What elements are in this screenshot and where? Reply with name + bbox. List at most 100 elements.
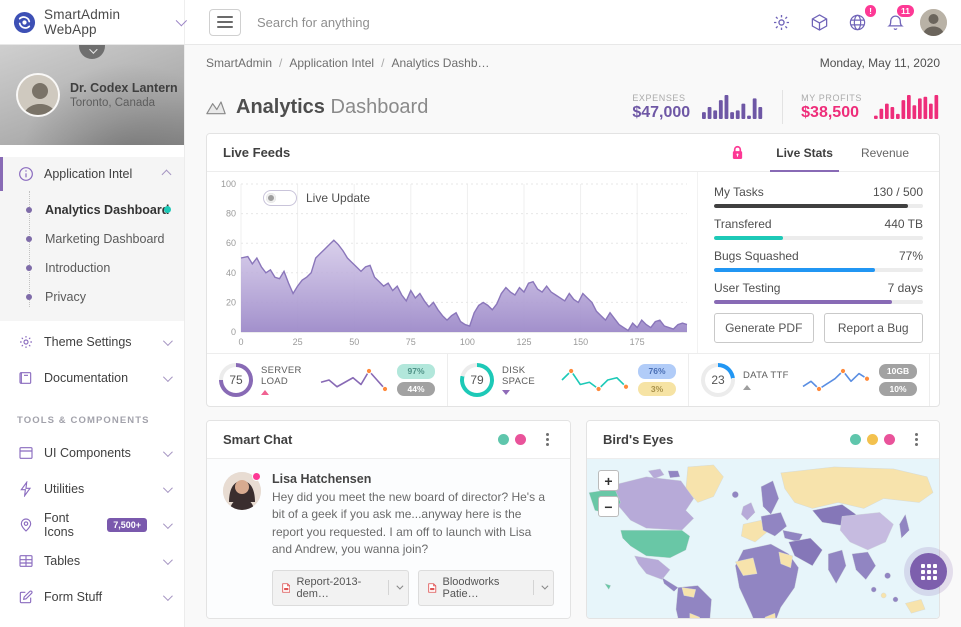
status-dot-pink[interactable]	[515, 434, 526, 445]
sidebar-user-name: Dr. Codex Lantern	[70, 81, 178, 95]
menu-toggle-button[interactable]	[209, 9, 241, 36]
tab-live-stats[interactable]: Live Stats	[762, 134, 847, 171]
tab-revenue[interactable]: Revenue	[847, 134, 923, 171]
kpi-label: EXPENSES	[632, 93, 690, 103]
attachment-dropdown[interactable]	[533, 580, 553, 595]
world-map[interactable]: + −	[587, 459, 939, 618]
sidebar-item-tables[interactable]: Tables	[0, 546, 184, 576]
brand[interactable]: SmartAdmin WebApp	[0, 0, 185, 44]
attachment-dropdown[interactable]	[388, 580, 408, 595]
stat-label: User Testing	[714, 281, 780, 295]
sidebar-item-documentation[interactable]: Documentation	[0, 363, 184, 393]
status-dot-yellow[interactable]	[867, 434, 878, 445]
sidebar-user-avatar[interactable]	[16, 73, 60, 117]
sidebar-collapse-button[interactable]	[79, 45, 105, 59]
sidebar-item-theme-settings[interactable]: Theme Settings	[0, 327, 184, 357]
chevron-up-icon	[162, 169, 172, 179]
tile-label: DATA TTF	[743, 370, 791, 381]
generate-pdf-button[interactable]: Generate PDF	[714, 313, 814, 343]
trend-up-icon	[261, 390, 269, 395]
language-globe-icon[interactable]: !	[844, 9, 870, 35]
tile-label: DISK SPACE	[502, 365, 550, 388]
brand-chevron-down-icon[interactable]	[176, 15, 187, 26]
svg-text:100: 100	[460, 337, 475, 347]
sidebar-user-location: Toronto, Canada	[70, 97, 178, 109]
svg-text:50: 50	[349, 337, 359, 347]
server-load-sparkline	[317, 367, 389, 393]
page-title-strong: Analytics	[236, 96, 325, 118]
pdf-file-icon	[282, 582, 290, 594]
sidebar-item-label: Application Intel	[44, 167, 153, 181]
svg-text:25: 25	[293, 337, 303, 347]
kpi-profits: MY PROFITS $38,500	[801, 93, 940, 122]
sidebar-item-marketing-dashboard[interactable]: Marketing Dashboard	[0, 224, 184, 253]
sidebar-item-introduction[interactable]: Introduction	[0, 253, 184, 282]
tile-badge: 10%	[879, 382, 917, 396]
svg-text:75: 75	[406, 337, 416, 347]
settings-gear-icon[interactable]	[768, 9, 794, 35]
breadcrumb-separator: /	[381, 56, 384, 70]
attachment-report-pdf[interactable]: Report-2013-dem…	[272, 570, 409, 606]
tile-badge: 97%	[397, 364, 435, 378]
map-zoom-in-button[interactable]: +	[598, 470, 619, 491]
sidebar-item-form-stuff[interactable]: Form Stuff	[0, 582, 184, 612]
header-kpis: EXPENSES $47,000 MY PROFITS $38,500	[632, 90, 940, 124]
sidebar-section-plugins: PLUGINS & ADDONS	[0, 612, 184, 627]
chevron-down-icon	[89, 45, 97, 53]
bolt-icon	[17, 481, 34, 498]
birds-eyes-panel: Bird's Eyes + −	[586, 420, 940, 619]
kebab-menu-icon[interactable]	[909, 432, 923, 448]
chevron-down-icon	[163, 519, 173, 529]
kpi-label: MY PROFITS	[801, 93, 862, 103]
sidebar-item-ui-components[interactable]: UI Components	[0, 438, 184, 468]
svg-text:175: 175	[630, 337, 645, 347]
apps-cube-icon[interactable]	[806, 9, 832, 35]
status-dot-pink[interactable]	[884, 434, 895, 445]
app-launcher-button[interactable]	[910, 553, 947, 590]
sidebar-item-privacy[interactable]: Privacy	[0, 282, 184, 311]
ring-value: 23	[705, 367, 731, 393]
breadcrumb-item[interactable]: SmartAdmin	[206, 56, 272, 70]
live-update-toggle[interactable]	[263, 190, 297, 206]
tile-badge: 76%	[638, 364, 676, 378]
breadcrumb-item[interactable]: Application Intel	[289, 56, 374, 70]
notifications-bell-icon[interactable]: 11	[882, 9, 908, 35]
sidebar-item-utilities[interactable]: Utilities	[0, 474, 184, 504]
grid-icon	[921, 564, 937, 580]
svg-text:100: 100	[221, 179, 236, 189]
sidebar-item-label: Marketing Dashboard	[45, 232, 165, 246]
current-date: Monday, May 11, 2020	[820, 56, 940, 70]
info-circle-icon	[17, 166, 34, 183]
header-actions: ! 11	[768, 9, 961, 36]
svg-text:150: 150	[573, 337, 588, 347]
map-pin-icon	[17, 517, 34, 534]
stat-value: 440 TB	[885, 217, 923, 231]
smart-chat-panel: Smart Chat Lisa Hatchensen	[206, 420, 571, 619]
kebab-menu-icon[interactable]	[540, 432, 554, 448]
report-bug-button[interactable]: Report a Bug	[824, 313, 924, 343]
status-dot-teal[interactable]	[498, 434, 509, 445]
ring-value: 75	[223, 367, 249, 393]
chevron-down-icon	[163, 483, 173, 493]
sidebar-item-application-intel[interactable]: Application Intel	[0, 157, 184, 191]
stat-my-tasks: My Tasks130 / 500	[714, 185, 923, 208]
attachment-label: Bloodworks Patie…	[443, 576, 524, 600]
sidebar-item-label: Privacy	[45, 290, 86, 304]
birds-eyes-title: Bird's Eyes	[603, 432, 673, 447]
page-title-light: Dashboard	[331, 96, 429, 118]
sidebar-item-font-icons[interactable]: Font Icons 7,500+	[0, 510, 184, 540]
tile-temp: 36 TEMP. 124 40F	[930, 354, 940, 406]
stat-bugs-squashed: Bugs Squashed77%	[714, 249, 923, 272]
sidebar-item-label: Font Icons	[44, 511, 97, 539]
avatar[interactable]	[223, 472, 261, 510]
map-zoom-out-button[interactable]: −	[598, 496, 619, 517]
sidebar-nav: Application Intel Analytics Dashboard Ma…	[0, 145, 184, 627]
sidebar-item-analytics-dashboard[interactable]: Analytics Dashboard	[0, 195, 184, 224]
search-input[interactable]	[257, 15, 517, 30]
font-icons-count-badge: 7,500+	[107, 518, 147, 532]
disk-space-sparkline	[558, 367, 630, 393]
attachment-bloodworks-pdf[interactable]: Bloodworks Patie…	[418, 570, 554, 606]
alerts-badge: !	[865, 5, 876, 17]
status-dot-teal[interactable]	[850, 434, 861, 445]
user-avatar[interactable]	[920, 9, 947, 36]
